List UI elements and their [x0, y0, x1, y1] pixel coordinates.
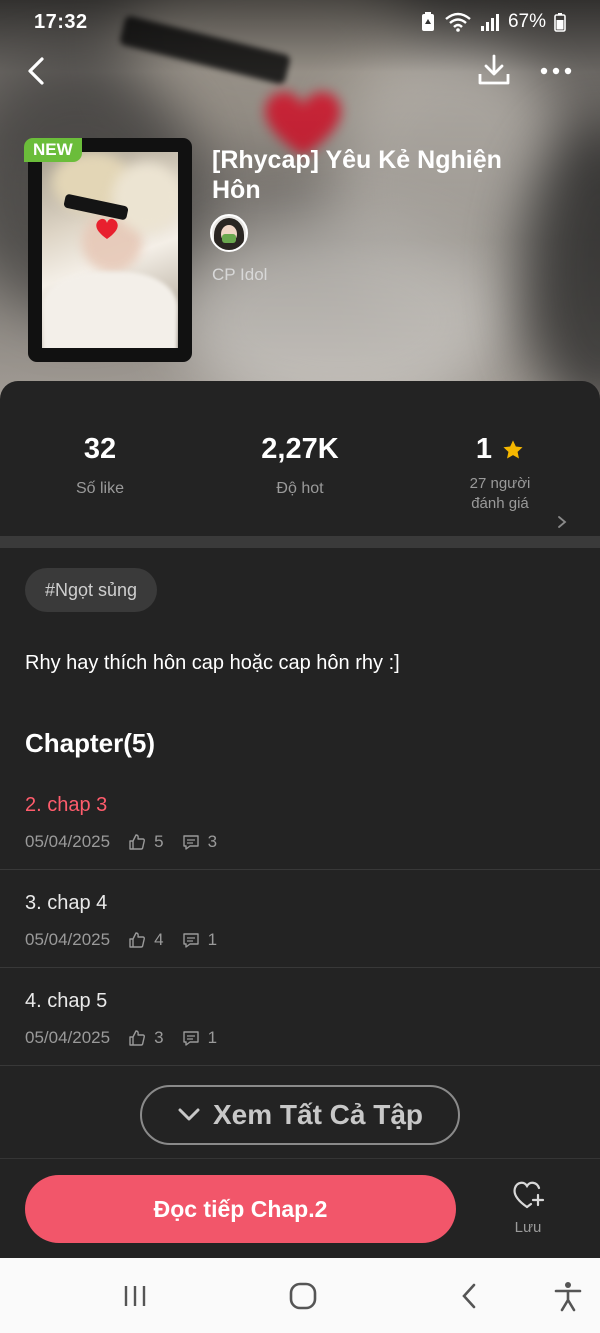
book-title: [Rhycap] Yêu Kẻ Nghiện Hôn	[212, 146, 502, 204]
heart-plus-icon	[513, 1181, 545, 1209]
chapter-likes: 4	[154, 930, 164, 949]
chapter-item[interactable]: 4. chap 5 05/04/2025 3 1	[0, 968, 600, 1066]
thumb-up-icon	[129, 1030, 146, 1046]
nav-back-icon[interactable]	[452, 1280, 488, 1312]
chapter-date: 05/04/2025	[25, 832, 111, 851]
chapter-date: 05/04/2025	[25, 930, 111, 949]
hot-count: 2,27K	[261, 433, 339, 465]
top-navigation	[0, 46, 600, 96]
chapter-likes: 5	[154, 832, 164, 851]
recent-apps-icon[interactable]	[117, 1280, 153, 1312]
battery-percent: 67%	[507, 11, 546, 32]
book-cover[interactable]	[28, 138, 192, 362]
home-icon[interactable]	[285, 1280, 321, 1312]
system-navigation-bar	[0, 1258, 600, 1333]
likes-count: 32	[83, 433, 117, 465]
rating-count-label-2: đánh giá	[471, 495, 529, 512]
battery-saver-icon	[421, 12, 434, 31]
thumb-up-icon	[129, 932, 146, 948]
comment-icon	[182, 835, 199, 850]
accessibility-icon[interactable]	[550, 1280, 586, 1312]
chapter-name: 2. chap 3	[25, 794, 108, 816]
wifi-icon	[445, 12, 471, 32]
book-description: Rhy hay thích hôn cap hoặc cap hôn rhy :…	[25, 652, 400, 674]
comment-icon	[182, 1031, 199, 1046]
chapter-name: 3. chap 4	[25, 892, 108, 914]
hot-label: Độ hot	[276, 480, 324, 497]
stats-row: 32 Số like 2,27K Độ hot 1 27 người đánh …	[0, 405, 600, 537]
chapters-heading: Chapter(5)	[25, 728, 156, 758]
comment-icon	[182, 933, 199, 948]
chapter-comments: 3	[207, 832, 218, 851]
likes-stat: 32 Số like	[0, 433, 200, 498]
chapter-comments: 1	[207, 930, 218, 949]
chapter-name: 4. chap 5	[25, 990, 108, 1012]
save-button[interactable]: Lưu	[498, 1179, 558, 1236]
author-name[interactable]: CP Idol	[212, 265, 267, 285]
signal-icon	[480, 14, 499, 31]
chapter-item[interactable]: 3. chap 4 05/04/2025 4 1	[0, 870, 600, 968]
rating-stat[interactable]: 1 27 người đánh giá	[400, 433, 600, 528]
chapter-likes: 3	[154, 1028, 164, 1047]
see-all-label: Xem Tất Cả Tập	[212, 1099, 424, 1130]
author-avatar[interactable]	[210, 214, 248, 252]
bottom-action-bar: Đọc tiếp Chap.2 Lưu	[0, 1158, 600, 1258]
genre-tag[interactable]: #Ngọt sủng	[25, 568, 158, 612]
chapter-item[interactable]: 2. chap 3 05/04/2025 5 3	[0, 772, 600, 870]
status-bar: 17:32 67%	[0, 0, 600, 44]
save-label: Lưu	[514, 1219, 542, 1236]
continue-reading-button[interactable]: Đọc tiếp Chap.2	[25, 1175, 456, 1243]
status-time: 17:32	[34, 10, 88, 33]
download-icon[interactable]	[476, 52, 512, 88]
more-dots-icon[interactable]	[536, 56, 576, 86]
chapter-date: 05/04/2025	[25, 1028, 111, 1047]
star-icon	[503, 439, 523, 459]
rating-count-label: 27 người	[469, 475, 531, 492]
battery-icon	[554, 13, 566, 32]
see-all-chapters-button[interactable]: Xem Tất Cả Tập	[140, 1085, 460, 1145]
likes-label: Số like	[75, 480, 125, 497]
hot-stat: 2,27K Độ hot	[200, 433, 400, 498]
back-arrow-icon[interactable]	[20, 54, 54, 88]
thumb-up-icon	[129, 834, 146, 850]
section-divider	[0, 536, 600, 548]
chevron-right-icon[interactable]	[556, 515, 568, 529]
rating-value: 1	[475, 433, 493, 465]
chevron-down-icon	[178, 1108, 200, 1121]
chapter-comments: 1	[207, 1028, 218, 1047]
new-badge: NEW	[24, 138, 82, 162]
heart-icon	[96, 218, 118, 239]
